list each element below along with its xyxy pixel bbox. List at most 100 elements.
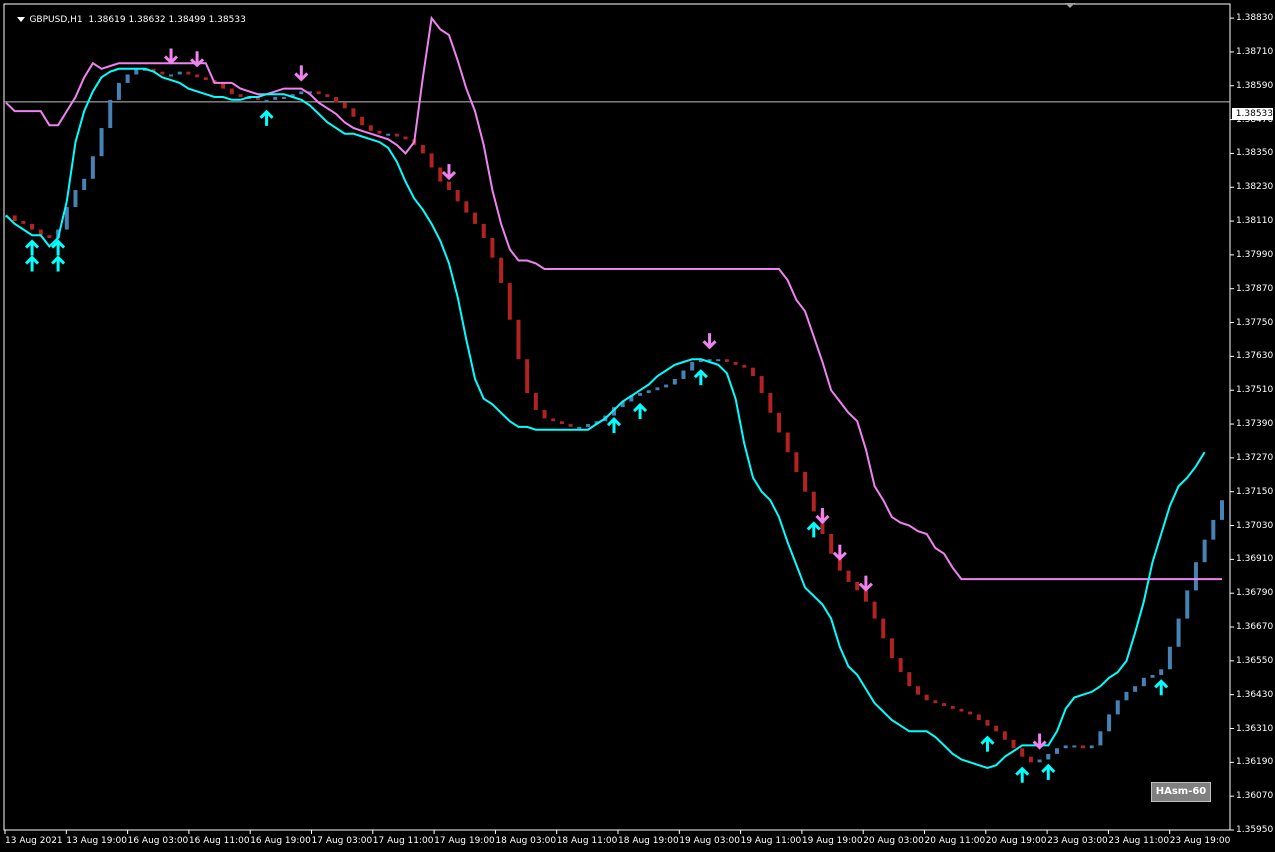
time-tick-label: 13 Aug 19:00 bbox=[66, 836, 127, 846]
ha-bar bbox=[360, 116, 365, 126]
ha-bar bbox=[195, 74, 200, 78]
sell-arrow-icon bbox=[190, 51, 205, 68]
ha-bar bbox=[351, 108, 356, 117]
ha-bar bbox=[785, 432, 790, 453]
ha-bar bbox=[499, 257, 504, 284]
ha-bar bbox=[481, 223, 486, 238]
ohlc-values: 1.38619 1.38632 1.38499 1.38533 bbox=[88, 15, 246, 25]
ha-bar bbox=[942, 703, 947, 706]
ha-bar bbox=[1141, 677, 1146, 687]
price-tick-label: 1.37630 bbox=[1236, 351, 1274, 362]
price-tick-label: 1.37870 bbox=[1236, 283, 1274, 294]
buy-arrow-icon bbox=[1041, 763, 1056, 780]
ha-bar bbox=[716, 359, 721, 362]
sell-arrow-icon bbox=[294, 65, 309, 82]
ha-bar bbox=[1159, 669, 1164, 675]
buy-arrow-icon bbox=[1015, 766, 1030, 783]
price-tick-label: 1.35950 bbox=[1236, 825, 1274, 835]
plot-frame bbox=[3, 3, 1231, 831]
ha-bar bbox=[403, 136, 408, 140]
ha-bar bbox=[733, 362, 738, 365]
ha-bar bbox=[386, 133, 391, 136]
price-tick-label: 1.36910 bbox=[1236, 554, 1274, 565]
buy-arrow-icon bbox=[51, 239, 66, 256]
price-tick-label: 1.36550 bbox=[1236, 655, 1274, 666]
buy-arrow-icon bbox=[1154, 679, 1169, 696]
ha-bar bbox=[160, 71, 165, 75]
ha-bar bbox=[169, 74, 174, 77]
ha-bar bbox=[855, 581, 860, 591]
ha-bar bbox=[203, 77, 208, 81]
chart-menu-icon[interactable] bbox=[17, 17, 26, 22]
ha-bar bbox=[811, 491, 816, 512]
sell-arrow-icon bbox=[1032, 733, 1047, 750]
ha-bar bbox=[1193, 562, 1198, 591]
ha-bar bbox=[299, 91, 304, 95]
buy-arrow-icon bbox=[51, 255, 66, 272]
price-tick-label: 1.36190 bbox=[1236, 757, 1274, 768]
ha-bar bbox=[229, 88, 234, 95]
chart-shift-marker-icon[interactable] bbox=[1065, 3, 1075, 8]
ha-bar bbox=[1211, 519, 1216, 540]
ha-bar bbox=[1028, 756, 1033, 763]
ha-bar bbox=[924, 694, 929, 701]
ha-bar bbox=[334, 97, 339, 103]
ha-bar bbox=[672, 378, 677, 385]
ha-bar bbox=[125, 74, 130, 83]
time-tick-label: 17 Aug 11:00 bbox=[372, 836, 434, 846]
time-tick-label: 18 Aug 19:00 bbox=[618, 836, 679, 846]
buy-arrow-icon bbox=[632, 402, 648, 420]
ha-bar bbox=[47, 235, 52, 238]
ha-bar bbox=[1185, 590, 1190, 619]
chart-window[interactable]: GBPUSD,H1 1.38619 1.38632 1.38499 1.3853… bbox=[0, 0, 1275, 852]
ha-bar bbox=[559, 421, 564, 425]
ha-bar bbox=[829, 533, 834, 554]
ha-bar bbox=[446, 181, 451, 191]
price-tick-label: 1.37750 bbox=[1236, 317, 1274, 328]
time-tick-label: 19 Aug 03:00 bbox=[679, 836, 740, 846]
ha-bar bbox=[994, 725, 999, 732]
ha-bar bbox=[429, 153, 434, 168]
ha-bar bbox=[473, 212, 478, 224]
sell-arrow-icon bbox=[815, 507, 830, 525]
ha-bar bbox=[490, 237, 495, 258]
ha-bar bbox=[750, 367, 755, 377]
price-tick-label: 1.37390 bbox=[1236, 419, 1274, 430]
ha-bar bbox=[507, 283, 512, 320]
ha-bar bbox=[368, 125, 373, 131]
buy-arrow-icon bbox=[806, 521, 821, 538]
price-tick-label: 1.36070 bbox=[1236, 791, 1274, 802]
ha-bar bbox=[394, 133, 399, 137]
buy-arrow-icon bbox=[606, 417, 622, 434]
ha-bar bbox=[577, 426, 582, 429]
ha-bar bbox=[108, 99, 113, 129]
ha-bar bbox=[759, 376, 764, 394]
ha-bar bbox=[264, 99, 269, 102]
ha-bar bbox=[985, 720, 990, 726]
ha-bar bbox=[325, 94, 330, 98]
sell-arrow-icon bbox=[832, 544, 847, 561]
ha-bar bbox=[638, 393, 643, 396]
ha-bar bbox=[316, 91, 321, 95]
price-tick-label: 1.38830 bbox=[1236, 13, 1274, 24]
indicator-label[interactable]: HAsm-60 bbox=[1151, 782, 1211, 802]
buy-arrow-icon bbox=[259, 109, 274, 126]
ha-bar bbox=[768, 393, 773, 413]
ha-bar bbox=[1002, 731, 1007, 740]
price-tick-label: 1.37150 bbox=[1236, 486, 1274, 497]
ha-bar bbox=[455, 190, 460, 202]
time-tick-label: 18 Aug 03:00 bbox=[495, 836, 557, 846]
ha-bar bbox=[742, 364, 747, 368]
time-tick-label: 16 Aug 03:00 bbox=[127, 836, 189, 846]
time-tick-label: 23 Aug 03:00 bbox=[1047, 836, 1108, 846]
price-tick-label: 1.36310 bbox=[1236, 723, 1274, 734]
lower-band-line bbox=[5, 67, 1206, 770]
ha-bar bbox=[525, 359, 530, 394]
ha-bar bbox=[1089, 745, 1094, 749]
buy-arrow-icon bbox=[24, 255, 40, 272]
price-tick-label: 1.38710 bbox=[1236, 46, 1274, 57]
ha-bar bbox=[724, 359, 729, 363]
ha-bar bbox=[846, 570, 851, 582]
price-plot[interactable] bbox=[0, 0, 1275, 852]
ha-bar bbox=[1072, 745, 1077, 748]
